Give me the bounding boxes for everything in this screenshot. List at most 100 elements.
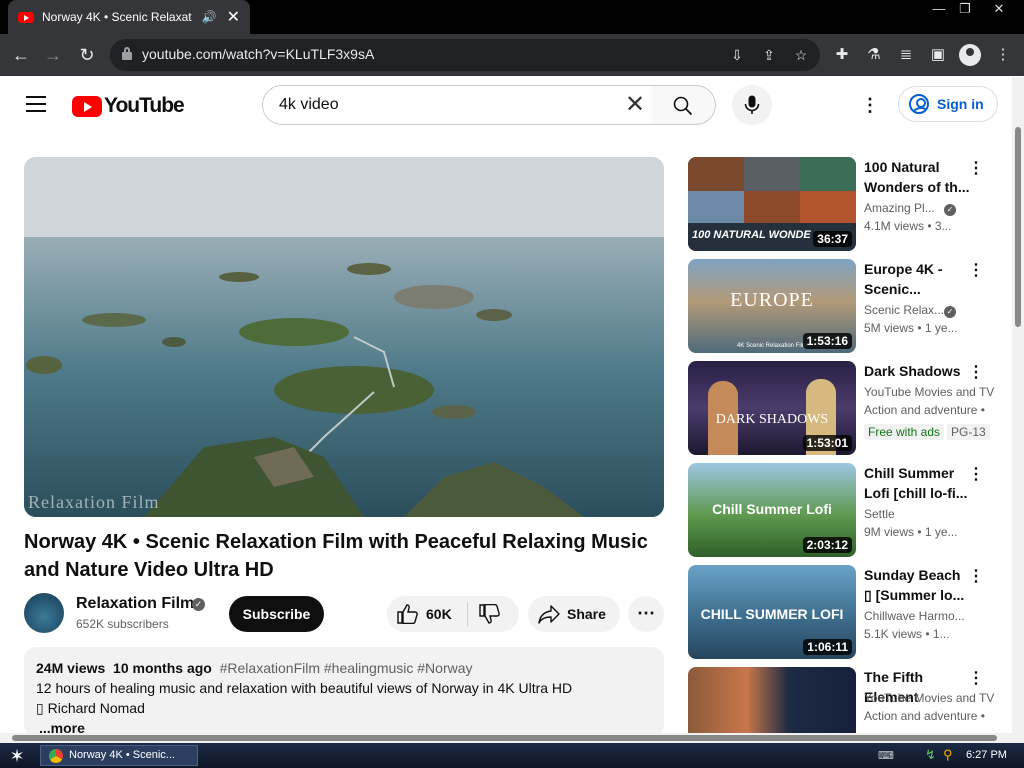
thumbs-down-icon bbox=[479, 604, 500, 624]
video-duration: 1:06:11 bbox=[803, 639, 852, 655]
more-actions-button[interactable]: ⋯ bbox=[628, 596, 664, 632]
video-description[interactable]: 24M views 10 months ago #RelaxationFilm … bbox=[24, 647, 664, 737]
reload-icon[interactable]: ↻ bbox=[74, 42, 100, 68]
thumbnail-caption: 100 NATURAL WONDE bbox=[692, 229, 811, 241]
video-thumbnail[interactable]: DARK SHADOWS 1:53:01 bbox=[688, 361, 856, 455]
recommendation-channel[interactable]: YouTube Movies and TV bbox=[864, 691, 994, 705]
recommendation-channel[interactable]: Amazing Pl... bbox=[864, 201, 935, 215]
install-app-icon[interactable]: ⇩ bbox=[726, 45, 748, 65]
video-duration: 2:03:12 bbox=[802, 537, 852, 553]
bookmark-star-icon[interactable]: ☆ bbox=[790, 45, 812, 65]
video-player[interactable]: Relaxation Film bbox=[24, 157, 664, 517]
video-watermark: Relaxation Film bbox=[28, 492, 160, 512]
share-label: Share bbox=[567, 606, 606, 622]
video-thumbnail[interactable] bbox=[688, 667, 856, 733]
profile-avatar-icon[interactable] bbox=[959, 44, 981, 66]
video-duration: 1:53:01 bbox=[802, 435, 852, 451]
forward-arrow-icon[interactable]: → bbox=[40, 42, 66, 68]
recommendation-stats: 4.1M views • 3... bbox=[864, 219, 952, 233]
browser-tab[interactable]: Norway 4K • Scenic Relaxation 🔊 ✕ bbox=[8, 0, 250, 34]
media-queue-icon[interactable]: ≣ bbox=[893, 42, 919, 68]
recommendation-item[interactable]: The Fifth Element YouTube Movies and TV … bbox=[688, 667, 1000, 733]
window-restore-button[interactable]: ❐ bbox=[950, 0, 980, 18]
channel-avatar[interactable] bbox=[24, 593, 64, 633]
video-duration: 36:37 bbox=[813, 231, 852, 247]
channel-name[interactable]: Relaxation Film bbox=[76, 595, 194, 613]
subscribe-button[interactable]: Subscribe bbox=[229, 596, 324, 632]
recommendation-title[interactable]: Europe 4K - Scenic... bbox=[864, 259, 972, 299]
share-button[interactable]: Share bbox=[528, 596, 620, 632]
youtube-favicon-icon bbox=[18, 11, 34, 23]
tab-title: Norway 4K • Scenic Relaxation bbox=[42, 10, 192, 24]
action-menu-kebab-icon[interactable]: ⋮ bbox=[968, 261, 984, 281]
recommendation-item[interactable]: EUROPE 4K Scenic Relaxation Film 1:53:16… bbox=[688, 259, 1000, 353]
tray-network-icon[interactable]: ↯ bbox=[925, 747, 936, 763]
labs-flask-icon[interactable]: ⚗ bbox=[861, 42, 887, 68]
clear-search-icon[interactable]: ✕ bbox=[625, 92, 645, 118]
subscriber-count: 652K subscribers bbox=[76, 617, 169, 631]
back-arrow-icon[interactable]: ← bbox=[8, 42, 34, 68]
extensions-puzzle-icon[interactable]: ✚ bbox=[829, 42, 855, 68]
browser-menu-icon[interactable]: ⋮ bbox=[990, 42, 1016, 68]
sign-in-button[interactable]: Sign in bbox=[898, 86, 998, 122]
menu-hamburger-icon[interactable] bbox=[26, 96, 46, 112]
keyboard-icon[interactable]: ⌨ bbox=[878, 749, 894, 762]
tray-search-icon[interactable]: ⚲ bbox=[943, 747, 953, 763]
search-button[interactable] bbox=[651, 85, 716, 125]
youtube-logo[interactable]: YouTube bbox=[72, 94, 185, 118]
recommendation-title[interactable]: Sunday Beach ▯ [Summer lo... bbox=[864, 565, 972, 605]
video-thumbnail[interactable]: EUROPE 4K Scenic Relaxation Film 1:53:16 bbox=[688, 259, 856, 353]
video-frame-scene bbox=[24, 157, 664, 517]
recommendation-channel[interactable]: Scenic Relax... bbox=[864, 303, 944, 317]
horizontal-scrollbar[interactable] bbox=[0, 733, 1024, 743]
thumbnail-caption: EUROPE bbox=[730, 289, 814, 311]
action-menu-kebab-icon[interactable]: ⋮ bbox=[968, 363, 984, 383]
system-clock: 6:27 PM bbox=[966, 749, 1007, 761]
address-bar[interactable]: youtube.com/watch?v=KLuTLF3x9sA ⇩ ⇪ ☆ bbox=[110, 39, 820, 71]
recommendation-title[interactable]: 100 Natural Wonders of th... bbox=[864, 157, 972, 197]
action-menu-kebab-icon[interactable]: ⋮ bbox=[968, 465, 984, 485]
like-button[interactable]: 60K bbox=[387, 596, 467, 632]
recommendation-channel[interactable]: Settle bbox=[864, 507, 895, 521]
scrollbar-thumb[interactable] bbox=[12, 735, 997, 741]
recommendation-title[interactable]: Chill Summer Lofi [chill lo-fi... bbox=[864, 463, 972, 503]
recommendation-item[interactable]: Chill Summer Lofi 2:03:12 Chill Summer L… bbox=[688, 463, 1000, 557]
thumbs-up-icon bbox=[397, 604, 418, 624]
action-menu-kebab-icon[interactable]: ⋮ bbox=[968, 159, 984, 179]
free-with-ads-badge: Free with ads bbox=[864, 424, 945, 440]
action-menu-kebab-icon[interactable]: ⋮ bbox=[968, 567, 984, 587]
search-query-text[interactable]: 4k video bbox=[279, 96, 339, 114]
search-input[interactable]: 4k video ✕ bbox=[262, 85, 652, 125]
action-menu-kebab-icon[interactable]: ⋮ bbox=[968, 669, 984, 689]
dislike-button[interactable] bbox=[469, 596, 519, 632]
speaker-icon[interactable]: 🔊 bbox=[202, 10, 217, 24]
share-page-icon[interactable]: ⇪ bbox=[758, 45, 780, 65]
recommendation-title[interactable]: Dark Shadows bbox=[864, 361, 972, 381]
taskbar-window-button[interactable]: Norway 4K • Scenic... bbox=[40, 745, 198, 766]
logo-wordmark: YouTube bbox=[104, 94, 185, 117]
recommendation-item[interactable]: DARK SHADOWS 1:53:01 Dark Shadows YouTub… bbox=[688, 361, 1000, 455]
video-thumbnail[interactable]: 100 NATURAL WONDE 36:37 bbox=[688, 157, 856, 251]
thumbnail-caption: DARK SHADOWS bbox=[715, 412, 829, 427]
video-thumbnail[interactable]: CHILL SUMMER LOFI 1:06:11 bbox=[688, 565, 856, 659]
recommendation-channel[interactable]: YouTube Movies and TV bbox=[864, 385, 994, 399]
view-count: 24M views bbox=[36, 660, 106, 676]
url-text[interactable]: youtube.com/watch?v=KLuTLF3x9sA bbox=[142, 46, 374, 62]
window-close-button[interactable]: ✕ bbox=[984, 0, 1014, 18]
settings-kebab-icon[interactable]: ⋮ bbox=[860, 95, 880, 115]
start-menu-icon[interactable]: ✶ bbox=[6, 745, 28, 767]
tab-close-icon[interactable]: ✕ bbox=[227, 7, 240, 27]
browser-toolbar: ← → ↻ youtube.com/watch?v=KLuTLF3x9sA ⇩ … bbox=[0, 34, 1024, 76]
voice-search-button[interactable] bbox=[732, 85, 772, 125]
rating-badge: PG-13 bbox=[947, 424, 990, 440]
recommendation-channel[interactable]: Chillwave Harmo... bbox=[864, 609, 965, 623]
side-panel-icon[interactable]: ▣ bbox=[925, 42, 951, 68]
vertical-scrollbar[interactable] bbox=[1012, 77, 1024, 737]
sign-in-label: Sign in bbox=[937, 96, 984, 112]
scrollbar-thumb[interactable] bbox=[1015, 127, 1021, 327]
recommendation-item[interactable]: CHILL SUMMER LOFI 1:06:11 Sunday Beach ▯… bbox=[688, 565, 1000, 659]
recommendation-stats: 9M views • 1 ye... bbox=[864, 525, 958, 539]
hashtags[interactable]: #RelaxationFilm #healingmusic #Norway bbox=[220, 660, 473, 676]
recommendation-item[interactable]: 100 NATURAL WONDE 36:37 100 Natural Wond… bbox=[688, 157, 1000, 251]
video-thumbnail[interactable]: Chill Summer Lofi 2:03:12 bbox=[688, 463, 856, 557]
